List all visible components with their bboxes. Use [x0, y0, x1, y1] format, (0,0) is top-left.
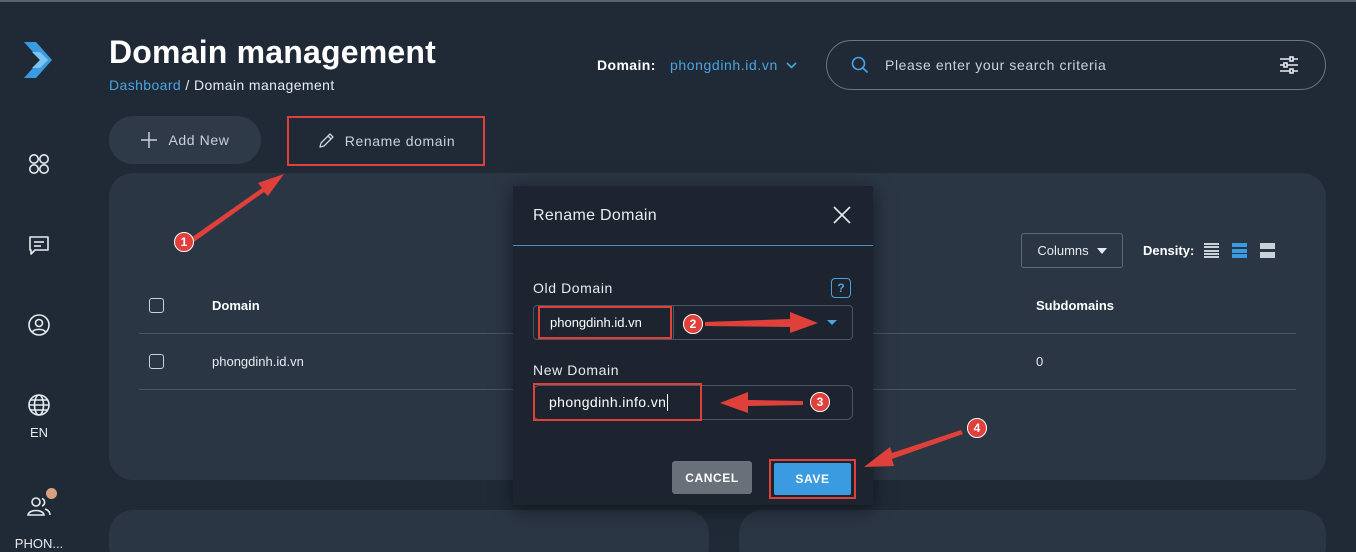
user-circle-icon [28, 314, 50, 336]
caret-down-icon [1096, 247, 1107, 254]
save-button-highlight: SAVE [769, 459, 856, 499]
select-all-checkbox[interactable] [149, 298, 164, 313]
avatar[interactable] [44, 486, 59, 501]
new-domain-text: phongdinh.info.vn [549, 394, 667, 410]
sidebar-item-messages[interactable] [0, 233, 78, 257]
step-badge-4: 4 [967, 418, 987, 438]
breadcrumb-dashboard-link[interactable]: Dashboard [109, 77, 181, 93]
language-label: EN [29, 425, 49, 440]
close-icon[interactable] [833, 206, 851, 224]
domain-selector-value: phongdinh.id.vn [670, 57, 778, 73]
message-icon [29, 236, 49, 255]
new-domain-label: New Domain [533, 362, 620, 378]
chevron-down-icon[interactable] [827, 320, 837, 325]
add-new-button[interactable]: Add New [109, 116, 261, 164]
filter-settings-icon[interactable] [1279, 55, 1299, 75]
dialog-title: Rename Domain [513, 186, 873, 246]
dialog-title-text: Rename Domain [533, 206, 657, 224]
search-icon[interactable] [851, 56, 869, 74]
column-header-domain[interactable]: Domain [212, 298, 260, 313]
apps-icon [29, 154, 49, 174]
sidebar-item-account[interactable] [0, 494, 78, 518]
step-badge-3: 3 [810, 392, 830, 412]
select-divider [673, 306, 674, 339]
old-domain-label: Old Domain [533, 280, 613, 296]
logo-icon[interactable] [22, 40, 58, 80]
domain-selector[interactable]: phongdinh.id.vn [670, 57, 797, 73]
rename-domain-label: Rename domain [344, 133, 456, 149]
rename-domain-dialog: Rename Domain Old Domain ? phongdinh.id.… [513, 186, 873, 505]
row-checkbox[interactable] [149, 354, 164, 369]
table-cell-subdomains: 0 [1036, 354, 1044, 369]
account-name: PHON... [14, 536, 64, 551]
density-label: Density: [1143, 243, 1195, 258]
sidebar-item-profile[interactable] [0, 313, 78, 337]
density-compact-icon[interactable] [1204, 243, 1219, 258]
text-cursor [667, 393, 669, 411]
sidebar-item-apps[interactable] [0, 152, 78, 176]
help-icon[interactable]: ? [831, 278, 851, 298]
density-standard-icon[interactable] [1232, 243, 1247, 258]
plus-icon [141, 132, 158, 148]
sidebar: EN PHON... [0, 2, 78, 552]
columns-label: Columns [1037, 243, 1089, 258]
page-title: Domain management [109, 34, 437, 70]
cancel-button[interactable]: CANCEL [672, 461, 752, 494]
breadcrumb: Dashboard / Domain management [109, 77, 335, 93]
column-header-subdomains[interactable]: Subdomains [1036, 298, 1114, 313]
columns-button[interactable]: Columns [1021, 233, 1123, 268]
globe-icon [28, 394, 50, 416]
save-button[interactable]: SAVE [774, 463, 851, 495]
bottom-card-right [739, 510, 1326, 552]
rename-domain-button[interactable]: Rename domain [287, 116, 485, 166]
domain-selector-label: Domain: [597, 57, 656, 73]
table-cell-domain[interactable]: phongdinh.id.vn [212, 354, 304, 369]
step-badge-1: 1 [174, 232, 194, 252]
density-comfortable-icon[interactable] [1260, 243, 1275, 258]
old-domain-value: phongdinh.id.vn [538, 306, 672, 339]
breadcrumb-separator: / [181, 77, 194, 93]
bottom-card-left [109, 510, 709, 552]
pencil-icon [319, 133, 334, 148]
add-new-label: Add New [168, 132, 230, 148]
step-badge-2: 2 [683, 314, 703, 334]
chevron-down-icon [786, 61, 797, 69]
sidebar-item-language[interactable]: EN [0, 393, 78, 440]
new-domain-value[interactable]: phongdinh.info.vn [533, 383, 702, 421]
search-bar [826, 40, 1326, 90]
breadcrumb-current: Domain management [193, 77, 335, 93]
search-input[interactable] [885, 57, 1245, 73]
